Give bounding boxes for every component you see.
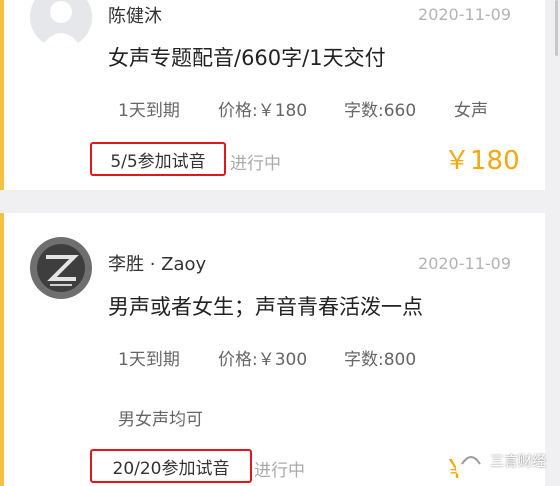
task-price: ￥180: [444, 146, 520, 176]
watermark: 三言财经: [448, 438, 558, 482]
tag-word-count: 字数:660: [344, 101, 417, 121]
status-badge: 进行中: [230, 154, 281, 174]
tag-voice: 女声: [454, 101, 488, 121]
post-date: 2020-11-09: [418, 5, 511, 24]
tag-word-count: 字数:800: [344, 350, 417, 370]
avatar: [30, 237, 92, 299]
tag-price: 价格:￥180: [218, 101, 308, 121]
default-avatar-icon: [30, 0, 92, 48]
user-name: 陈健沐: [108, 6, 162, 27]
trial-count-label: 5/5参加试音: [110, 151, 206, 172]
trial-count-label: 20/20参加试音: [112, 458, 230, 479]
watermark-label: 三言财经: [490, 454, 546, 470]
trial-count: 5/5参加试音: [90, 142, 226, 176]
status-badge: 进行中: [254, 461, 305, 481]
tag-price: 价格:￥300: [218, 350, 308, 370]
task-title[interactable]: 女声专题配音/660字/1天交付: [108, 42, 386, 72]
scrollbar[interactable]: [555, 0, 558, 56]
brand-avatar-icon: [30, 237, 92, 299]
user-name: 李胜 · Zaoy: [108, 254, 207, 275]
tag-deadline: 1天到期: [118, 101, 180, 121]
avatar: [30, 0, 92, 48]
tag-voice: 男女声均可: [118, 410, 203, 430]
tag-deadline: 1天到期: [118, 350, 180, 370]
post-date: 2020-11-09: [418, 254, 511, 273]
task-card[interactable]: 陈健沐 2020-11-09 女声专题配音/660字/1天交付 1天到期 价格:…: [0, 0, 545, 190]
task-title[interactable]: 男声或者女生；声音青春活泼一点: [108, 291, 423, 321]
trial-count: 20/20参加试音: [90, 449, 252, 483]
